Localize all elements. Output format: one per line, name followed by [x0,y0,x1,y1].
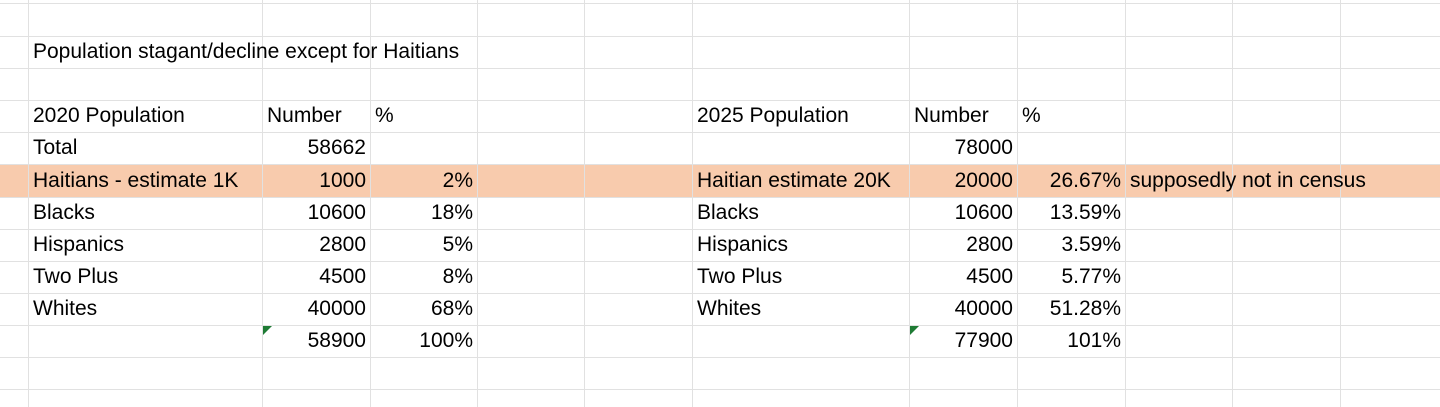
row-2025-twoplus-number[interactable]: 4500 [910,261,1017,293]
row-2020-whites-number[interactable]: 40000 [263,293,370,325]
row-2020-twoplus-label[interactable]: Two Plus [29,261,262,293]
row-2025-sum-percent[interactable]: 101% [1018,325,1125,357]
row-2020-haitians-number[interactable]: 1000 [263,165,370,197]
row-2025-twoplus-label[interactable]: Two Plus [693,261,909,293]
header-2020-population[interactable]: 2020 Population [29,100,262,132]
row-2025-haitian-percent[interactable]: 26.67% [1018,165,1125,197]
row-2025-blacks-number[interactable]: 10600 [910,197,1017,229]
row-2020-twoplus-percent[interactable]: 8% [371,261,477,293]
row-2020-whites-label[interactable]: Whites [29,293,262,325]
row-2020-total-label[interactable]: Total [29,132,262,164]
row-2020-whites-percent[interactable]: 68% [371,293,477,325]
row-2025-hispanics-percent[interactable]: 3.59% [1018,229,1125,261]
row-2020-blacks-label[interactable]: Blacks [29,197,262,229]
row-2020-haitians-percent[interactable]: 2% [371,165,477,197]
header-2020-number[interactable]: Number [263,100,370,132]
row-2025-blacks-label[interactable]: Blacks [693,197,909,229]
sheet-title[interactable]: Population stagant/decline except for Ha… [29,36,629,68]
row-2025-blacks-percent[interactable]: 13.59% [1018,197,1125,229]
row-2020-haitians-label[interactable]: Haitians - estimate 1K [29,165,262,197]
row-2025-whites-percent[interactable]: 51.28% [1018,293,1125,325]
row-2025-haitian-number[interactable]: 20000 [910,165,1017,197]
row-2025-whites-label[interactable]: Whites [693,293,909,325]
row-2025-haitian-label[interactable]: Haitian estimate 20K [693,165,909,197]
row-2020-hispanics-number[interactable]: 2800 [263,229,370,261]
header-2025-number[interactable]: Number [910,100,1017,132]
row-2020-hispanics-percent[interactable]: 5% [371,229,477,261]
row-2025-twoplus-percent[interactable]: 5.77% [1018,261,1125,293]
row-2025-sum-number[interactable]: 77900 [910,325,1017,357]
row-2025-whites-number[interactable]: 40000 [910,293,1017,325]
header-2020-percent[interactable]: % [371,100,477,132]
row-2025-total-number[interactable]: 78000 [910,132,1017,164]
row-2025-hispanics-number[interactable]: 2800 [910,229,1017,261]
header-2025-population[interactable]: 2025 Population [693,100,909,132]
row-2020-blacks-percent[interactable]: 18% [371,197,477,229]
header-2025-percent[interactable]: % [1018,100,1125,132]
row-2020-sum-percent[interactable]: 100% [371,325,477,357]
row-2020-twoplus-number[interactable]: 4500 [263,261,370,293]
row-2025-haitian-note[interactable]: supposedly not in census [1126,165,1426,197]
row-2020-hispanics-label[interactable]: Hispanics [29,229,262,261]
row-2020-total-number[interactable]: 58662 [263,132,370,164]
row-2025-hispanics-label[interactable]: Hispanics [693,229,909,261]
row-2020-sum-number[interactable]: 58900 [263,325,370,357]
spreadsheet-grid[interactable]: Population stagant/decline except for Ha… [0,0,1440,407]
row-2020-blacks-number[interactable]: 10600 [263,197,370,229]
